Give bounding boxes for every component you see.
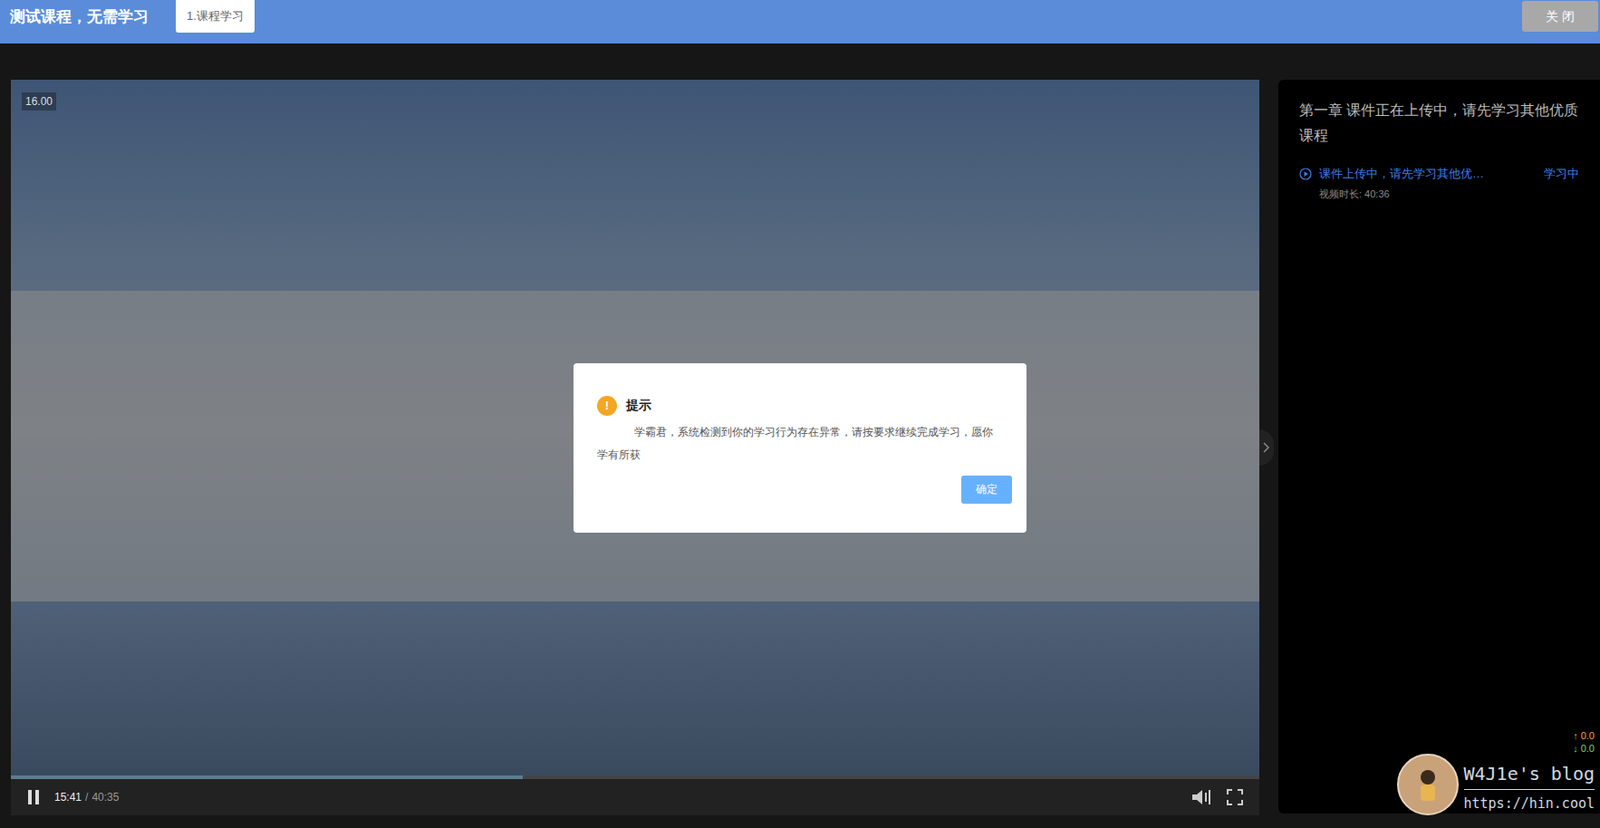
- close-button[interactable]: 关 闭: [1522, 0, 1599, 32]
- chapter-title: 第一章 课件正在上传中，请先学习其他优质课程: [1299, 97, 1580, 149]
- lesson-item[interactable]: 课件上传中，请先学习其他优…学习中视频时长: 40:36: [1299, 164, 1580, 202]
- blog-watermark: ↑ 0.0↓ 0.0W4J1e's bloghttps://hin.cool: [1397, 752, 1596, 817]
- warning-icon: !: [597, 395, 617, 416]
- pause-icon[interactable]: [27, 790, 42, 805]
- course-tab[interactable]: 1.课程学习: [175, 0, 255, 33]
- confirm-button[interactable]: 确定: [961, 475, 1013, 504]
- dialog-message: 学霸君，系统检测到你的学习行为存在异常，请按要求继续完成学习，愿你学有所获: [597, 421, 1003, 467]
- speed-badge: 16.00: [21, 92, 57, 111]
- volume-icon[interactable]: [1192, 789, 1213, 806]
- sidebar-toggle-icon[interactable]: [1259, 429, 1274, 466]
- course-sidebar: 第一章 课件正在上传中，请先学习其他优质课程课件上传中，请先学习其他优…学习中视…: [1278, 79, 1600, 814]
- control-bar: 15:41/40:35: [10, 779, 1260, 816]
- fullscreen-icon[interactable]: [1226, 789, 1244, 806]
- play-circle-icon: [1299, 167, 1312, 181]
- dialog-overlay: !提示学霸君，系统检测到你的学习行为存在异常，请按要求继续完成学习，愿你学有所获…: [0, 0, 1600, 828]
- time-display: 15:41/40:35: [54, 789, 119, 806]
- avatar-icon: [1397, 753, 1459, 816]
- course-title: 测试课程，无需学习: [0, 0, 176, 35]
- top-bar: 测试课程，无需学习1.课程学习 关 闭: [0, 0, 1600, 44]
- alert-dialog: !提示学霸君，系统检测到你的学习行为存在异常，请按要求继续完成学习，愿你学有所获…: [573, 363, 1027, 533]
